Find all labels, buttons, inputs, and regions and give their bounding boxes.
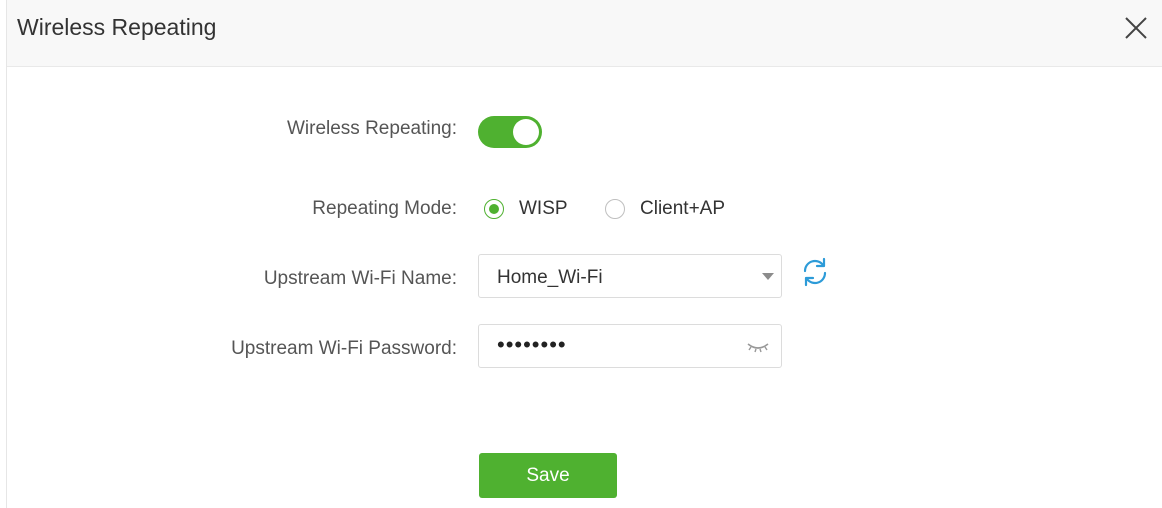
mode-option-client-ap[interactable]: Client+AP bbox=[605, 196, 725, 222]
save-button[interactable]: Save bbox=[479, 453, 617, 498]
dialog-header: Wireless Repeating bbox=[7, 0, 1162, 67]
repeating-mode-label: Repeating Mode: bbox=[312, 198, 457, 219]
ssid-value: Home_Wi-Fi bbox=[497, 267, 603, 288]
eye-closed-icon[interactable] bbox=[746, 340, 770, 354]
password-label: Upstream Wi-Fi Password: bbox=[231, 338, 457, 359]
password-input[interactable]: •••••••• bbox=[478, 324, 782, 368]
ssid-label: Upstream Wi-Fi Name: bbox=[263, 268, 457, 289]
mode-option-label: Client+AP bbox=[640, 198, 726, 219]
mode-option-label: WISP bbox=[519, 198, 568, 219]
wireless-repeating-label: Wireless Repeating: bbox=[286, 118, 457, 139]
mode-option-wisp[interactable]: WISP bbox=[484, 196, 568, 222]
radio-selected-icon bbox=[484, 199, 504, 219]
wireless-repeating-toggle[interactable] bbox=[478, 116, 542, 148]
dialog-title: Wireless Repeating bbox=[17, 14, 217, 40]
toggle-knob bbox=[513, 119, 539, 145]
close-icon[interactable] bbox=[1122, 14, 1150, 42]
password-value: •••••••• bbox=[497, 332, 567, 357]
ssid-select[interactable]: Home_Wi-Fi bbox=[478, 254, 782, 298]
refresh-icon[interactable] bbox=[799, 256, 831, 288]
chevron-down-icon[interactable] bbox=[762, 273, 774, 280]
radio-unselected-icon bbox=[605, 199, 625, 219]
